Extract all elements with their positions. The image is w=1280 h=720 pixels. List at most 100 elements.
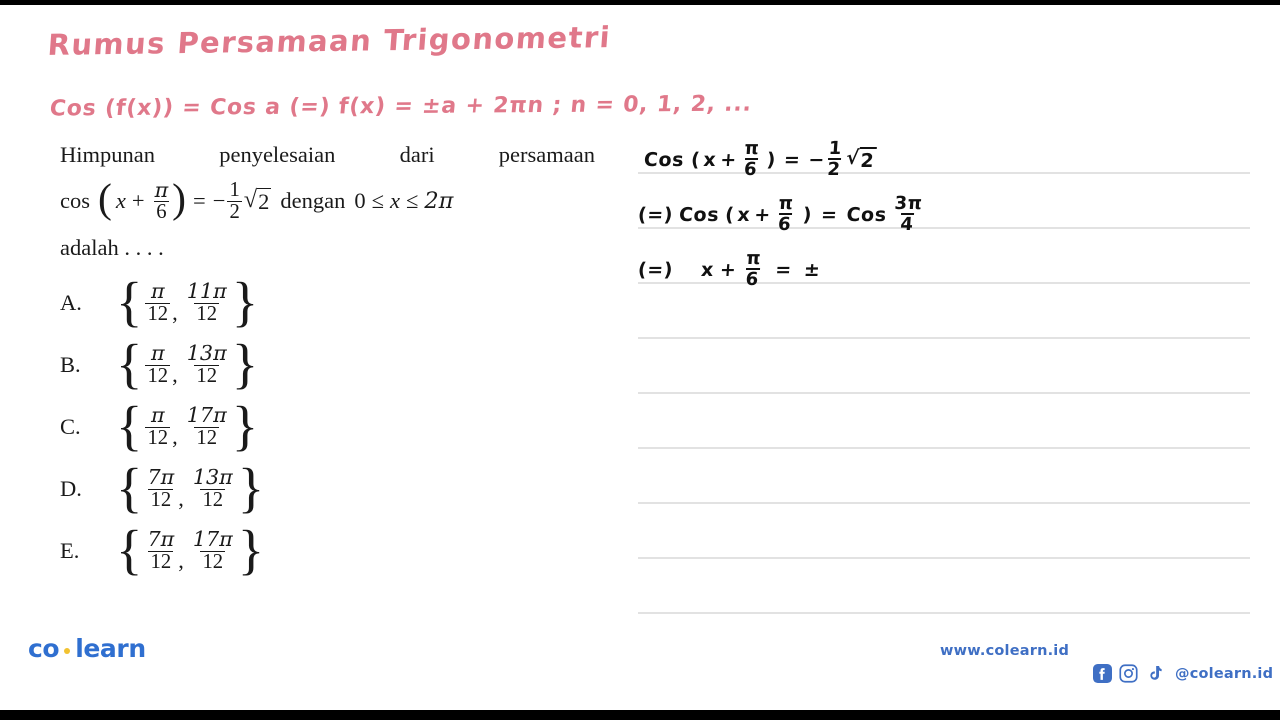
question-equation: cos ( x + π 6 ) = − 1 2 √ 2 dengan 0 ≤ x… [60, 176, 595, 223]
note2-cos-rhs: Cos [845, 203, 888, 226]
equation-sqrt-2: √ 2 [244, 188, 272, 214]
note2-var: x [736, 203, 752, 226]
option-e-label: E. [60, 538, 80, 563]
note2-cos: Cos [678, 203, 720, 226]
question-line-1: Himpunan penyelesaian dari persamaan [60, 142, 595, 167]
logo-co: co [28, 634, 60, 663]
colearn-logo: co learn [28, 634, 146, 663]
option-d-comma: , [178, 486, 184, 511]
note1-sqrt: √ 2 [845, 147, 878, 173]
fraction-denominator: 6 [154, 200, 169, 223]
option-e-set: { 7π 12 , 17π 12 } [116, 519, 265, 581]
equation-fraction-one-half: 1 2 [227, 178, 242, 223]
fraction-numerator: π [154, 177, 169, 202]
option-e-fraction-1: 7π 12 [147, 527, 175, 573]
option-a[interactable]: A. { π 12 , 11π 12 } [60, 272, 360, 334]
note-step-2: (=) Cos ( x + π 6 ) = Cos 3π 4 [637, 193, 926, 236]
note1-close-paren: ) [765, 148, 777, 171]
option-b-comma: , [172, 362, 178, 387]
option-e-fraction-2: 17π 12 [192, 527, 233, 573]
bottom-black-bar [0, 710, 1280, 720]
set-open-brace: { [116, 457, 143, 519]
social-handle[interactable]: @colearn.id [1175, 666, 1273, 682]
equation-variable: x [115, 188, 126, 214]
set-close-brace: } [237, 519, 265, 581]
instagram-icon[interactable] [1119, 664, 1138, 683]
option-b-fraction-2: 13π 12 [186, 341, 227, 387]
domain-upper: 2π [424, 188, 454, 215]
domain-lower: 0 [354, 188, 366, 214]
option-c[interactable]: C. { π 12 , 17π 12 } [60, 396, 360, 458]
equation-open-paren: ( [98, 176, 112, 223]
rule-line [638, 392, 1250, 394]
set-open-brace: { [116, 271, 143, 333]
note1-minus: − [807, 148, 826, 171]
note2-plus: + [753, 203, 772, 226]
sqrt-radicand: 2 [257, 188, 272, 215]
note1-equals: = [783, 148, 802, 171]
option-b[interactable]: B. { π 12 , 13π 12 } [60, 334, 360, 396]
rule-line [638, 337, 1250, 339]
equation-plus: + [131, 188, 145, 214]
set-open-brace: { [116, 519, 143, 581]
option-e-comma: , [178, 548, 184, 573]
option-b-fraction-1: π 12 [145, 341, 171, 387]
option-a-set: { π 12 , 11π 12 } [116, 271, 259, 333]
equation-close-paren: ) [172, 176, 187, 223]
tiktok-icon[interactable] [1145, 664, 1164, 683]
logo-learn: learn [75, 634, 146, 663]
rule-line [638, 557, 1250, 559]
domain-le-1: ≤ [371, 188, 384, 214]
domain-le-2: ≤ [405, 188, 419, 214]
handwritten-title: Rumus Persamaan Trigonometri [46, 20, 613, 62]
equation-minus: − [212, 188, 226, 214]
note1-open-paren: ( [690, 148, 702, 171]
note1-var: x [702, 148, 718, 171]
option-c-fraction-1: π 12 [145, 403, 171, 449]
note1-cos: Cos [643, 148, 685, 171]
note-step-1: Cos ( x + π 6 ) = − 1 2 √ 2 [643, 138, 878, 181]
option-d-fraction-2: 13π 12 [192, 465, 233, 511]
option-c-set: { π 12 , 17π 12 } [116, 395, 259, 457]
website-url[interactable]: www.colearn.id [940, 643, 1069, 659]
option-b-label: B. [60, 352, 81, 377]
social-links: @colearn.id [1093, 664, 1273, 683]
set-open-brace: { [116, 333, 143, 395]
note3-plus-minus: ± [803, 258, 822, 281]
half-numerator: 1 [229, 178, 240, 201]
set-open-brace: { [116, 395, 143, 457]
domain-variable: x [389, 188, 400, 214]
cos-label: cos [60, 188, 90, 214]
set-close-brace: } [231, 271, 259, 333]
option-b-set: { π 12 , 13π 12 } [116, 333, 258, 395]
note1-plus: + [719, 148, 738, 171]
set-close-brace: } [237, 457, 265, 519]
note1-fraction: π 6 [743, 138, 761, 181]
facebook-icon[interactable] [1093, 664, 1112, 683]
option-c-comma: , [172, 424, 178, 449]
note2-fraction: π 6 [777, 193, 795, 236]
notes-panel[interactable]: Cos ( x + π 6 ) = − 1 2 √ 2 (=) Cos ( x … [637, 138, 1250, 620]
rule-line [638, 447, 1250, 449]
answer-options: A. { π 12 , 11π 12 } B. { π 12 , 13π 12 … [60, 272, 360, 582]
note1-half: 1 2 [826, 138, 843, 181]
rule-line [638, 502, 1250, 504]
set-close-brace: } [231, 395, 259, 457]
note-step-3: (=) x + π 6 = ± [637, 248, 822, 290]
note2-close-paren: ) [801, 203, 813, 226]
option-d-set: { 7π 12 , 13π 12 } [116, 457, 265, 519]
option-a-label: A. [60, 290, 82, 315]
option-d-label: D. [60, 476, 82, 501]
option-e[interactable]: E. { 7π 12 , 17π 12 } [60, 520, 360, 582]
note2-open-paren: ( [724, 203, 736, 226]
option-a-fraction-2: 11π 12 [186, 279, 227, 325]
handwritten-formula: Cos (f(x)) = Cos a (=) f(x) = ±a + 2πn ;… [48, 91, 754, 122]
option-d[interactable]: D. { 7π 12 , 13π 12 } [60, 458, 360, 520]
equation-equals: = [193, 188, 206, 214]
note2-equals: = [820, 203, 839, 226]
option-c-fraction-2: 17π 12 [186, 403, 227, 449]
note2-implies: (=) [637, 203, 674, 226]
equation-fraction-pi-6: π 6 [153, 177, 171, 223]
question-line-3: adalah . . . . [60, 234, 164, 260]
question-block: Himpunan penyelesaian dari persamaan cos… [60, 140, 595, 261]
